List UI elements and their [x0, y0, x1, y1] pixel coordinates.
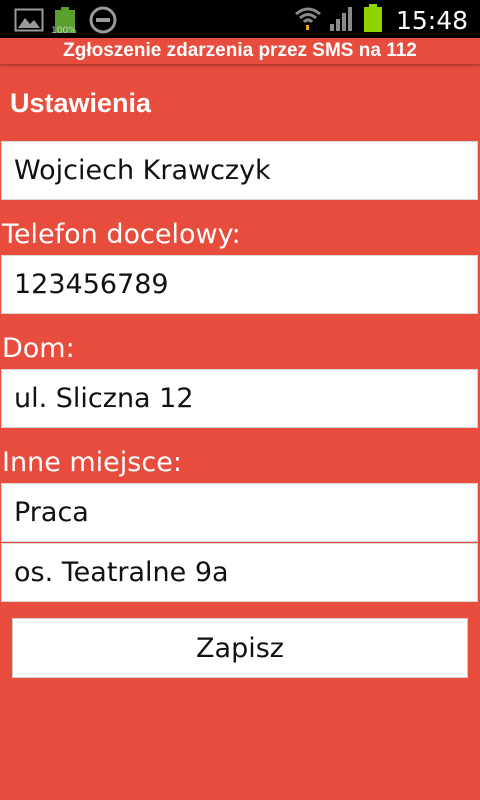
other-place-name-field[interactable]: Praca [1, 483, 478, 542]
home-label: Dom: [2, 333, 75, 364]
status-clock: 15:48 [395, 5, 468, 35]
battery-icon [362, 3, 384, 37]
save-button[interactable]: Zapisz [12, 618, 468, 678]
status-bar-right: 15:48 [294, 3, 468, 37]
app-title: Zgłoszenie zdarzenia przez SMS na 112 [0, 38, 480, 64]
status-bar: 100% 15:48 [0, 0, 480, 38]
wifi-icon [294, 4, 322, 36]
status-bar-left: 100% [14, 5, 118, 39]
phone-label: Telefon docelowy: [2, 219, 241, 250]
battery-icon: 100% [51, 6, 80, 38]
other-place-label: Inne miejsce: [2, 447, 182, 478]
home-address-field[interactable]: ul. Sliczna 12 [1, 369, 478, 428]
battery-percent-label: 100% [51, 26, 77, 36]
gallery-icon [14, 7, 44, 37]
name-field[interactable]: Wojciech Krawczyk [1, 141, 478, 200]
signal-icon [328, 4, 356, 36]
other-place-address-field[interactable]: os. Teatralne 9a [1, 543, 478, 602]
phone-field[interactable]: 123456789 [1, 255, 478, 314]
do-not-disturb-icon [88, 5, 118, 39]
page-title: Ustawienia [10, 88, 152, 118]
